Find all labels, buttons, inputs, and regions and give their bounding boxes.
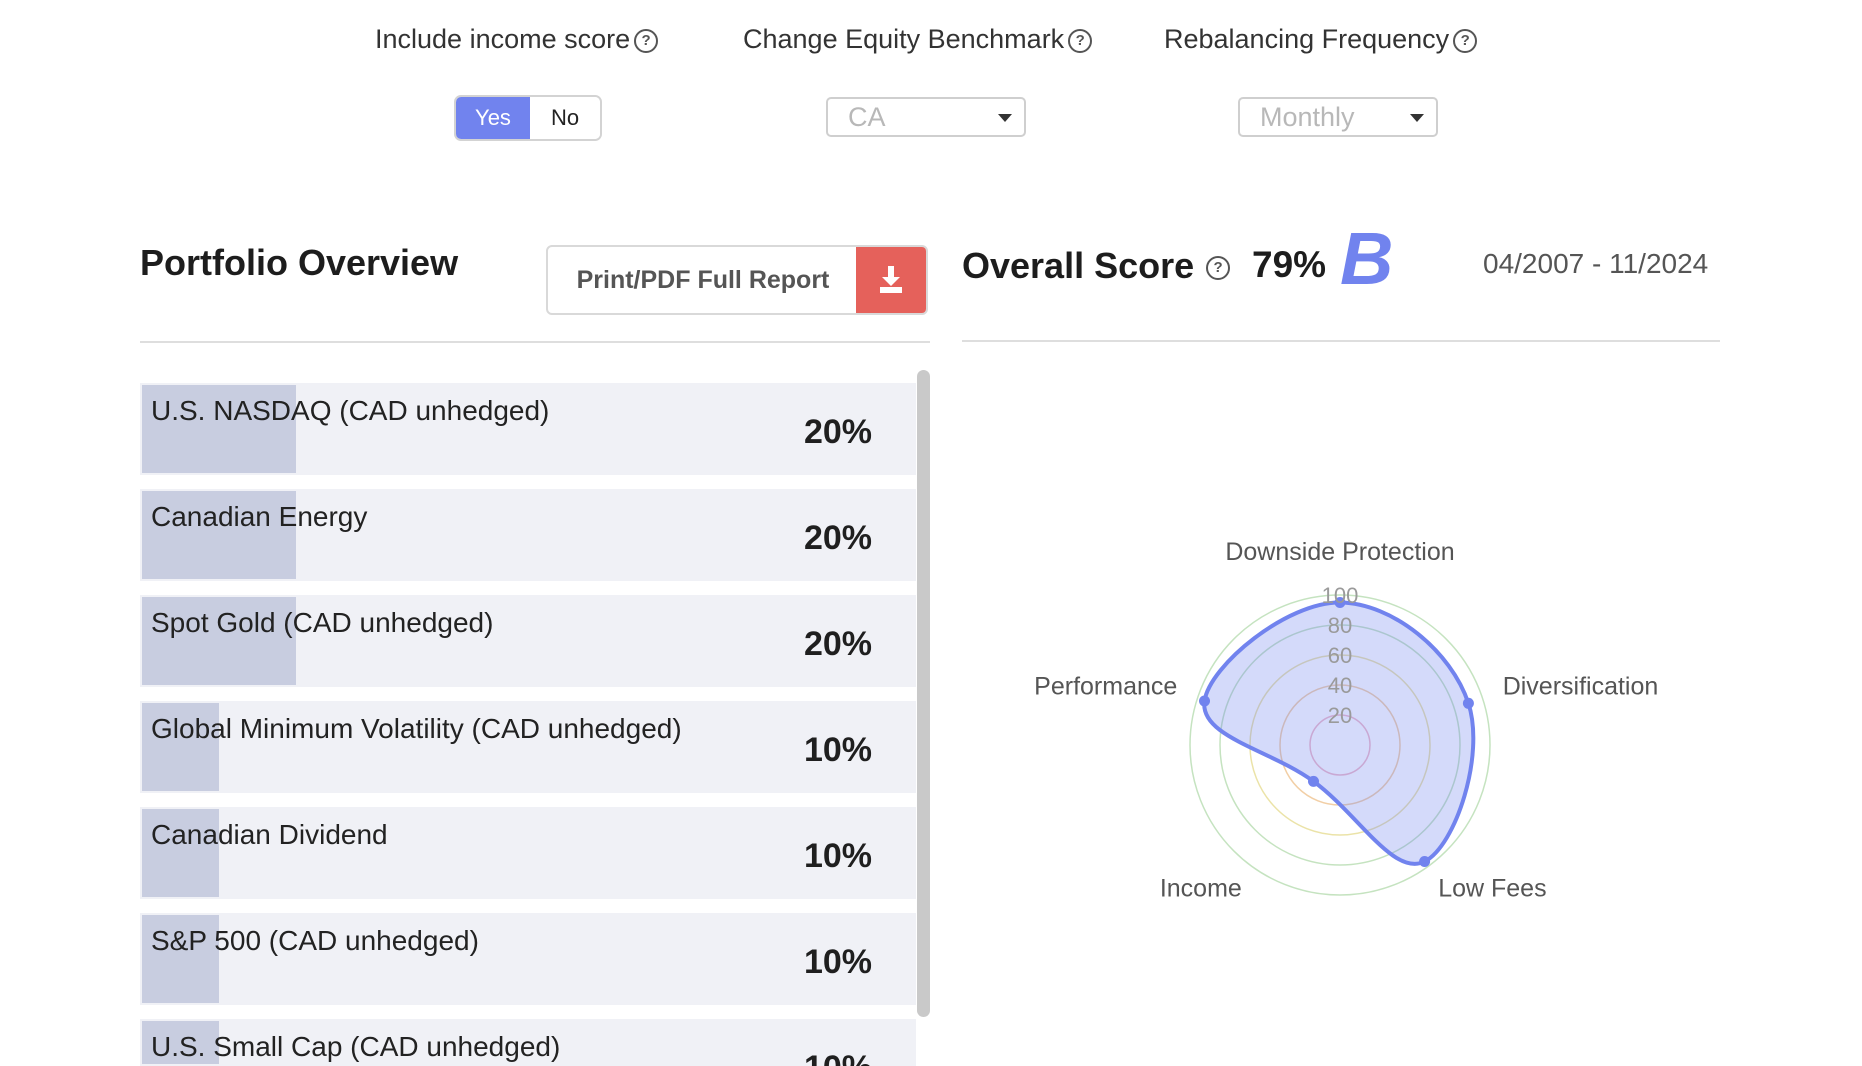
radar-axis-label: Diversification xyxy=(1503,673,1659,701)
holding-row[interactable]: Canadian Energy 20% xyxy=(140,489,916,581)
radar-axis-label: Income xyxy=(1160,874,1242,902)
holding-name: Canadian Dividend xyxy=(151,819,388,850)
holding-pct: 20% xyxy=(803,625,872,663)
holding-pct: 10% xyxy=(803,837,872,875)
holding-pct: 10% xyxy=(803,943,872,981)
grade-glyph: B xyxy=(1340,217,1393,300)
holding-pct: 20% xyxy=(803,519,872,557)
help-icon[interactable]: ? xyxy=(1068,28,1093,53)
radar-tick-label: 100 xyxy=(1322,583,1359,608)
radar-series-area xyxy=(1202,600,1476,866)
grade-badge: B xyxy=(1336,217,1393,300)
radar-tick-label: 20 xyxy=(1328,703,1352,728)
help-icon[interactable]: ? xyxy=(1206,256,1231,281)
print-pdf-button[interactable]: Print/PDF Full Report xyxy=(546,245,928,315)
radar-axis-label: Performance xyxy=(1034,673,1177,701)
caret-down-icon xyxy=(998,114,1012,122)
holding-row[interactable]: Spot Gold (CAD unhedged) 20% xyxy=(140,595,916,687)
holdings-scrollbar[interactable] xyxy=(917,370,930,1017)
caret-down-icon xyxy=(1410,114,1424,122)
portfolio-title: Portfolio Overview xyxy=(140,242,459,283)
score-divider xyxy=(962,340,1720,342)
holding-row[interactable]: U.S. NASDAQ (CAD unhedged) 20% xyxy=(140,383,916,475)
holding-pct: 10% xyxy=(804,1049,872,1066)
holding-pct: 20% xyxy=(803,413,872,451)
overall-score-text: Overall Score xyxy=(962,245,1195,286)
holding-name: U.S. NASDAQ (CAD unhedged) xyxy=(151,395,550,426)
income-score-text: Include income score xyxy=(375,24,631,54)
no-option[interactable]: No xyxy=(530,97,600,139)
svg-text:B: B xyxy=(1340,222,1392,294)
radar-data-point xyxy=(1419,856,1431,867)
radar-axis-label: Downside Protection xyxy=(1225,538,1454,566)
benchmark-value: CA xyxy=(848,102,886,132)
download-icon[interactable] xyxy=(856,247,926,313)
radar-data-point xyxy=(1462,697,1474,709)
rebalancing-value: Monthly xyxy=(1260,102,1355,132)
holding-name: Spot Gold (CAD unhedged) xyxy=(151,607,494,638)
score-value: 79% xyxy=(1252,244,1327,285)
radar-tick-label: 40 xyxy=(1328,673,1352,698)
benchmark-text: Change Equity Benchmark xyxy=(743,24,1065,54)
radar-chart: 20 40 60 80 100 Downside Protection Diversific… xyxy=(1034,538,1659,902)
holding-row[interactable]: Global Minimum Volatility (CAD unhedged)… xyxy=(140,701,916,793)
benchmark-select[interactable]: CA xyxy=(826,97,1026,137)
holding-row[interactable]: S&P 500 (CAD unhedged) 10% xyxy=(140,913,916,1005)
overall-score-title: Overall Score? xyxy=(962,245,1231,287)
holding-row[interactable]: Canadian Dividend 10% xyxy=(140,807,916,899)
radar-data-point xyxy=(1199,695,1210,707)
holding-name: U.S. Small Cap (CAD unhedged) xyxy=(151,1031,561,1062)
rebalancing-label: Rebalancing Frequency? xyxy=(1164,24,1478,55)
rebalancing-select[interactable]: Monthly xyxy=(1238,97,1438,137)
help-icon[interactable]: ? xyxy=(1453,28,1478,53)
portfolio-divider xyxy=(140,341,930,343)
holding-name: Global Minimum Volatility (CAD unhedged) xyxy=(151,713,682,744)
income-score-toggle[interactable]: Yes No xyxy=(454,95,602,141)
radar-tick-label: 60 xyxy=(1328,643,1352,668)
holding-row[interactable]: U.S. Small Cap (CAD unhedged) 10% xyxy=(140,1019,916,1066)
print-pdf-label: Print/PDF Full Report xyxy=(576,266,830,294)
radar-tick-label: 80 xyxy=(1328,613,1352,638)
holding-name: Canadian Energy xyxy=(151,501,368,532)
help-icon[interactable]: ? xyxy=(634,28,659,53)
benchmark-label: Change Equity Benchmark? xyxy=(743,24,1093,55)
holding-pct: 10% xyxy=(803,731,872,769)
radar-axis-label: Low Fees xyxy=(1438,874,1546,902)
yes-option[interactable]: Yes xyxy=(456,97,530,139)
radar-data-point xyxy=(1308,775,1319,787)
holding-name: S&P 500 (CAD unhedged) xyxy=(151,925,479,956)
income-score-label: Include income score? xyxy=(375,24,659,55)
rebalancing-text: Rebalancing Frequency xyxy=(1164,24,1450,54)
date-range: 04/2007 - 11/2024 xyxy=(1483,248,1709,279)
